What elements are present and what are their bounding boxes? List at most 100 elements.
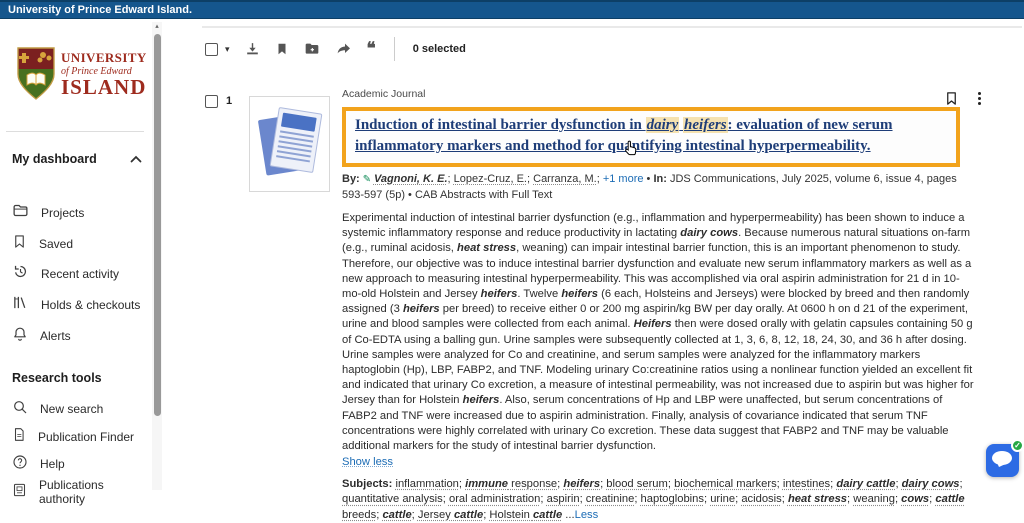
scrollbar-thumb[interactable] [154, 34, 161, 416]
result-abstract: Experimental induction of intestinal bar… [342, 211, 976, 454]
subject-link[interactable]: cattle [935, 493, 964, 505]
subject-link[interactable]: intestines [783, 478, 830, 490]
text-segment: ; [960, 478, 963, 490]
subject-link[interactable]: breeds [342, 509, 376, 521]
subject-link[interactable]: Jersey [418, 509, 454, 521]
publication-icon [12, 426, 26, 448]
subject-link[interactable]: haptoglobins [641, 493, 704, 505]
sidebar-divider [6, 131, 144, 132]
sidebar-item-label: Saved [39, 237, 73, 251]
result-checkbox[interactable] [205, 95, 218, 108]
sidebar-item-label: Help [40, 457, 65, 471]
toolbar-divider [394, 37, 395, 61]
sidebar-item-label: Recent activity [41, 267, 119, 281]
folder-icon [12, 202, 29, 224]
logo-line1: UNIVERSITY [61, 50, 147, 66]
subject-link[interactable]: dairy cows [902, 478, 960, 490]
upei-logo[interactable]: UNIVERSITY of Prince Edward ISLAND [16, 46, 147, 107]
author-link[interactable]: Vagnoni, K. E. [374, 173, 448, 185]
result-subjects: Subjects: inflammation; immune response;… [342, 477, 982, 523]
select-caret-icon[interactable]: ▾ [225, 44, 230, 55]
my-dashboard-header[interactable]: My dashboard [12, 152, 142, 166]
result-thumbnail[interactable] [249, 96, 330, 192]
sidebar-item-new-search[interactable]: New search [12, 395, 150, 423]
sidebar-item-publications-authority[interactable]: Publications authority [12, 478, 150, 506]
select-all-checkbox[interactable] [205, 43, 218, 56]
sidebar-item-recent-activity[interactable]: Recent activity [12, 260, 150, 288]
cite-button[interactable]: ❝ [367, 42, 376, 56]
save-bookmark-button[interactable] [275, 41, 289, 57]
author-link[interactable]: Carranza, M. [533, 173, 597, 185]
text-segment: dairy [646, 117, 680, 133]
sidebar-item-label: Holds & checkouts [41, 298, 140, 312]
subject-link[interactable]: response [508, 478, 557, 490]
subject-link[interactable]: cattle [382, 509, 411, 521]
text-segment: dairy cows [680, 227, 738, 239]
text-segment: heifers [481, 288, 518, 300]
sidebar-item-holds-checkouts[interactable]: Holds & checkouts [12, 291, 150, 319]
add-to-project-button[interactable] [303, 41, 321, 57]
subject-link[interactable]: cows [901, 493, 929, 505]
title-highlight-box: Induction of intestinal barrier dysfunct… [342, 107, 960, 167]
chevron-up-icon[interactable] [130, 152, 142, 166]
text-segment: . Twelve [517, 288, 561, 300]
text-segment: By: [342, 173, 363, 185]
subject-link[interactable]: aspirin [547, 493, 580, 505]
share-button[interactable] [335, 41, 353, 57]
sidebar-item-publication-finder[interactable]: Publication Finder [12, 423, 150, 451]
subject-link[interactable]: cattle [454, 509, 483, 521]
mouse-hand-cursor [624, 140, 638, 162]
result-type-label: Academic Journal [342, 88, 986, 100]
result-item: Academic Journal Induction of intestinal… [342, 88, 986, 523]
my-dashboard-label: My dashboard [12, 152, 97, 166]
bookmark-icon [12, 233, 27, 255]
subject-link[interactable]: dairy cattle [836, 478, 895, 490]
sidebar-item-projects[interactable]: Projects [12, 199, 150, 227]
subject-link[interactable]: quantitative analysis [342, 493, 443, 505]
chat-widget-button[interactable]: ✓ [986, 444, 1019, 477]
download-button[interactable] [244, 41, 261, 58]
more-authors-link[interactable]: +1 more [603, 173, 644, 185]
less-link[interactable]: Less [575, 509, 599, 521]
logo-line3: ISLAND [61, 77, 147, 97]
authority-icon [12, 482, 27, 503]
subject-link[interactable]: urine [710, 493, 735, 505]
results-toolbar: ▾ ❝ 0 selected [205, 38, 466, 60]
upei-logo-text: UNIVERSITY of Prince Edward ISLAND [61, 46, 147, 97]
subject-link[interactable]: cattle [533, 509, 562, 521]
subject-link[interactable]: acidosis [741, 493, 781, 505]
history-icon [12, 263, 29, 285]
subject-link[interactable]: inflammation [395, 478, 458, 490]
text-segment: ... [562, 509, 574, 521]
subject-link[interactable]: immune [465, 478, 508, 490]
text-segment: heifers [683, 117, 728, 133]
sidebar-item-alerts[interactable]: Alerts [12, 322, 150, 350]
help-icon [12, 454, 28, 475]
search-icon [12, 399, 28, 420]
subject-link[interactable]: blood serum [606, 478, 668, 490]
subject-link[interactable]: heat stress [788, 493, 847, 505]
sidebar-scrollbar[interactable]: ▴ [152, 22, 162, 490]
subject-link[interactable]: creatinine [586, 493, 635, 505]
thumbnail-paper-front [270, 107, 323, 173]
text-segment: heifers [403, 303, 440, 315]
subject-link[interactable]: biochemical markers [674, 478, 777, 490]
author-link[interactable]: Lopez-Cruz, E. [454, 173, 527, 185]
bell-icon [12, 325, 28, 347]
sidebar-item-label: Publication Finder [38, 430, 134, 444]
subject-link[interactable]: oral administration [449, 493, 540, 505]
show-less-link[interactable]: Show less [342, 456, 393, 468]
subject-link[interactable]: Holstein [489, 509, 533, 521]
subject-link[interactable]: weaning [853, 493, 895, 505]
author-edit-icon: ✎ [363, 174, 374, 185]
scrollbar-up-arrow[interactable]: ▴ [152, 22, 162, 32]
sidebar: UNIVERSITY of Prince Edward ISLAND My da… [0, 19, 163, 490]
sidebar-item-help[interactable]: Help [12, 450, 150, 478]
results-top-divider [202, 26, 1022, 28]
subject-link[interactable]: heifers [563, 478, 600, 490]
text-segment: Induction of intestinal barrier dysfunct… [355, 117, 646, 133]
text-segment: heat stress [457, 242, 516, 254]
sidebar-item-saved[interactable]: Saved [12, 230, 150, 258]
text-segment: Subjects: [342, 478, 395, 490]
chat-bubble-tail [994, 462, 1004, 472]
